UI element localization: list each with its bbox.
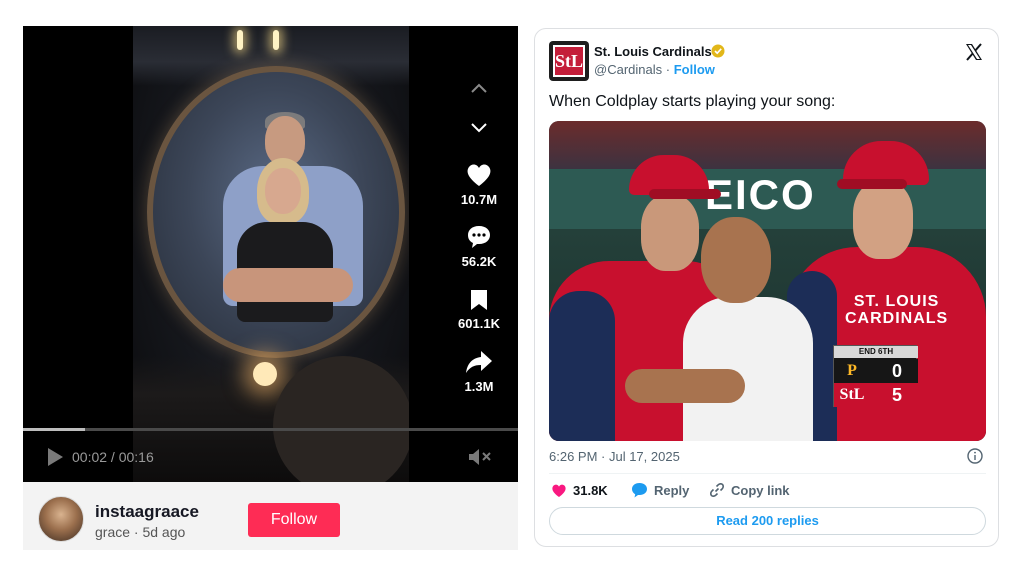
team-runs: 5 <box>891 385 902 405</box>
audience-head <box>273 356 409 482</box>
info-icon[interactable] <box>967 448 983 464</box>
divider <box>549 473 986 474</box>
tiktok-embed: 10.7M 56.2K 601.1K 1.3M 00:02 / 00:16 in… <box>23 26 518 550</box>
cardinals-logo: StL <box>553 45 585 77</box>
stage-light <box>273 30 279 50</box>
post-meta: grace · 5d ago <box>95 524 186 540</box>
tweet-media[interactable]: EICO ST. LOUIS CARDINALS END 6TH P 0 StL… <box>549 121 986 441</box>
username[interactable]: instaagraace <box>95 502 199 522</box>
avatar[interactable] <box>38 496 84 542</box>
player-left-sleeve <box>549 291 615 441</box>
player-right-cap-brim <box>837 179 907 189</box>
tweet-text: When Coldplay starts playing your song: <box>549 93 836 110</box>
jumbotron-screen <box>147 66 405 358</box>
avatar[interactable]: StL <box>549 41 589 81</box>
playback-time: 00:02 / 00:16 <box>72 449 154 465</box>
follow-button[interactable]: Follow <box>248 503 340 537</box>
comment-count: 56.2K <box>461 254 497 269</box>
scoreboard-row-home: StL 5 <box>834 383 918 407</box>
player-left-cap-brim <box>649 189 721 199</box>
handle-row: @Cardinals · Follow <box>594 62 715 77</box>
chevron-up-icon <box>471 83 487 93</box>
share-count: 1.3M <box>464 379 494 394</box>
separator: · <box>665 62 671 77</box>
stage-light <box>237 30 243 50</box>
share-icon <box>466 351 492 373</box>
player-right-face <box>853 181 913 259</box>
bookmark-icon <box>471 290 487 310</box>
team-logo: StL <box>839 386 865 403</box>
scoreboard-inning: END 6TH <box>834 346 918 358</box>
save-count: 601.1K <box>458 316 500 331</box>
team-runs: 0 <box>891 361 902 381</box>
tweet-embed: StL St. Louis Cardinals @Cardinals · Fol… <box>534 28 999 547</box>
heart-icon <box>552 484 566 497</box>
mute-icon[interactable] <box>467 446 493 468</box>
like-button[interactable]: 10.7M <box>443 162 515 207</box>
display-name[interactable]: St. Louis Cardinals <box>594 44 712 59</box>
player-center-head <box>701 217 771 303</box>
progress-fill <box>23 428 85 431</box>
like-button[interactable]: 31.8K <box>551 481 608 499</box>
like-count: 10.7M <box>460 192 498 207</box>
share-button[interactable]: 1.3M <box>443 349 515 394</box>
player-left-face <box>641 195 699 271</box>
reply-label: Reply <box>654 482 690 498</box>
team-logo: P <box>847 362 857 379</box>
read-replies-button[interactable]: Read 200 replies <box>549 507 986 535</box>
video-frame <box>133 26 409 482</box>
save-button[interactable]: 601.1K <box>443 288 515 331</box>
copy-link-label: Copy link <box>731 482 790 498</box>
woman-face <box>265 168 301 214</box>
verified-badge-icon <box>711 44 725 58</box>
link-icon <box>709 482 725 498</box>
like-count: 31.8K <box>573 482 608 498</box>
progress-bar[interactable] <box>23 428 518 431</box>
board-text: EICO <box>705 171 816 218</box>
stage-glow <box>253 362 277 386</box>
jersey-text: ST. LOUIS CARDINALS <box>845 293 949 327</box>
comment-button[interactable]: 56.2K <box>443 224 515 269</box>
comment-icon <box>468 226 490 248</box>
scoreboard: END 6TH P 0 StL 5 <box>833 345 918 407</box>
reply-button[interactable]: Reply <box>631 481 689 499</box>
reply-bubble-icon <box>632 483 647 498</box>
chevron-down-icon <box>471 123 487 133</box>
tweet-timestamp[interactable]: 6:26 PM · Jul 17, 2025 <box>549 449 680 464</box>
heart-icon <box>467 164 491 186</box>
prev-video-button[interactable] <box>443 82 515 94</box>
player-center-arm <box>625 369 745 403</box>
next-video-button[interactable] <box>443 122 515 134</box>
follow-link[interactable]: Follow <box>674 62 715 77</box>
copy-link-button[interactable]: Copy link <box>709 481 790 499</box>
x-logo-icon[interactable] <box>964 42 984 62</box>
scoreboard-row-away: P 0 <box>834 359 918 383</box>
play-icon[interactable] <box>45 446 65 468</box>
video-player[interactable]: 10.7M 56.2K 601.1K 1.3M 00:02 / 00:16 <box>23 26 518 482</box>
handle[interactable]: @Cardinals <box>594 62 662 77</box>
embracing-arms <box>223 268 353 302</box>
